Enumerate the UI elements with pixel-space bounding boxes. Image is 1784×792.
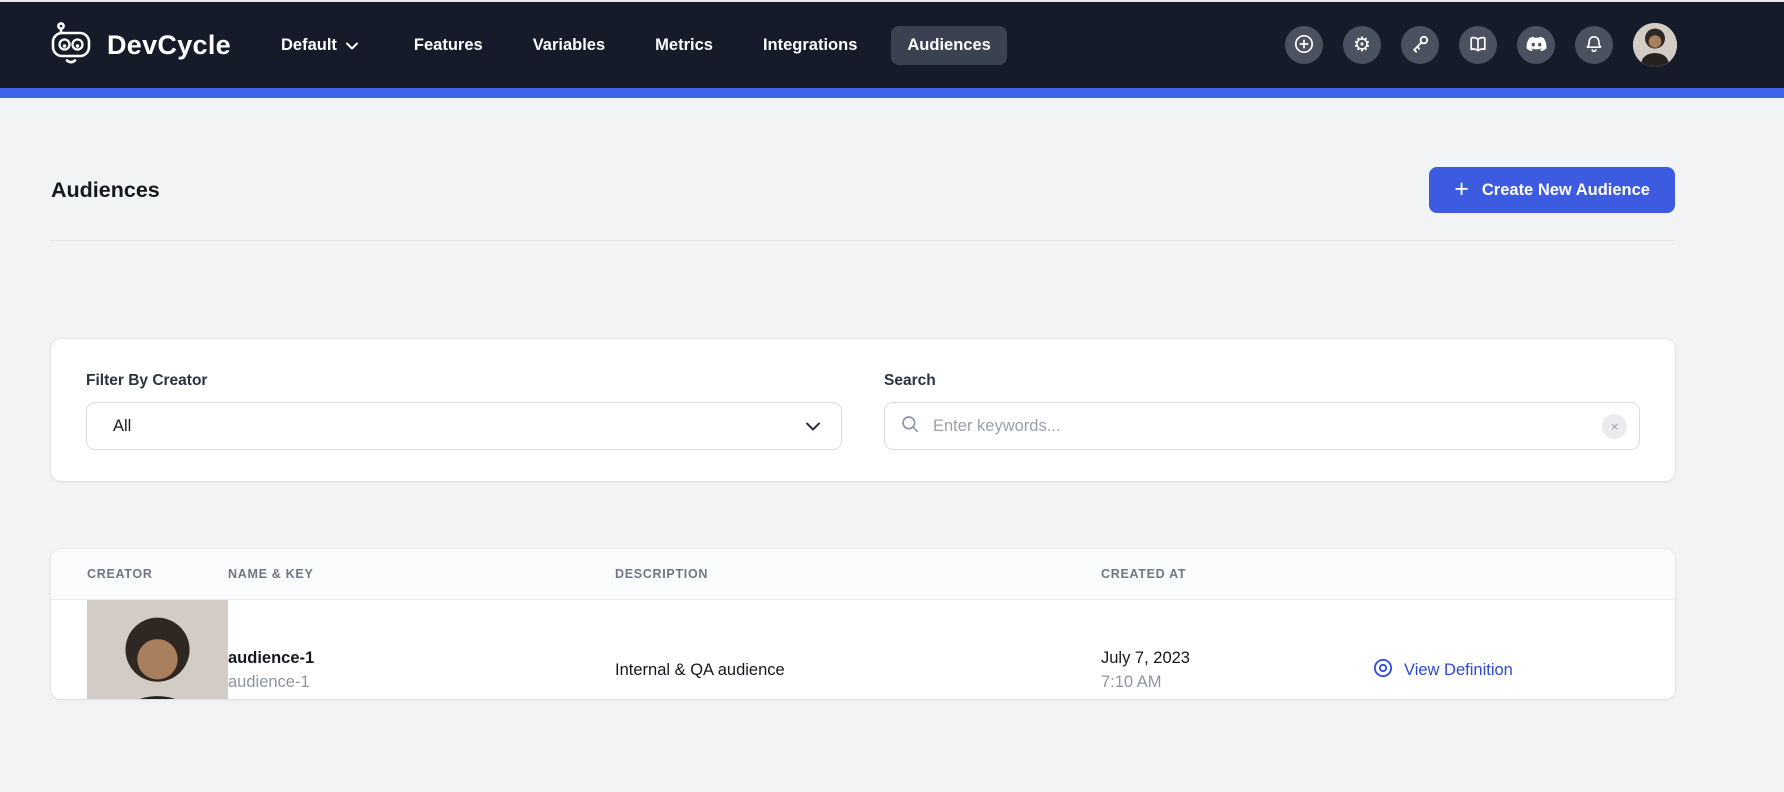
audiences-page: Audiences + Create New Audience Filter B… — [0, 98, 1784, 699]
filter-panel: Filter By Creator All Search — [51, 339, 1675, 481]
create-button[interactable] — [1285, 26, 1323, 64]
table-row: audience-1 audience-1 Internal & QA audi… — [51, 600, 1675, 699]
actions-cell: View Definition — [1372, 657, 1639, 684]
notifications-button[interactable] — [1575, 26, 1613, 64]
chevron-down-icon — [346, 36, 358, 55]
created-date: July 7, 2023 — [1101, 647, 1372, 671]
creator-filter-label: Filter By Creator — [86, 372, 842, 390]
name-key-cell: audience-1 audience-1 — [228, 647, 615, 695]
audience-key: audience-1 — [228, 671, 615, 695]
devcycle-robot-icon — [48, 20, 94, 71]
clear-search-button[interactable]: × — [1602, 414, 1627, 439]
view-definition-link[interactable]: View Definition — [1372, 657, 1513, 684]
column-header-creator: CREATOR — [87, 567, 228, 581]
clear-search-icon: × — [1611, 420, 1619, 433]
creator-filter-select[interactable]: All — [86, 402, 842, 450]
key-icon — [1410, 34, 1430, 57]
user-avatar[interactable] — [1633, 23, 1677, 67]
page-header: Audiences + Create New Audience — [51, 98, 1675, 213]
created-time: 7:10 AM — [1101, 671, 1372, 695]
search-input[interactable] — [931, 416, 1591, 437]
nav-item-audiences[interactable]: Audiences — [891, 26, 1006, 65]
navbar-actions: ⚙ — [1285, 23, 1677, 67]
view-definition-label: View Definition — [1404, 661, 1513, 680]
chevron-down-icon — [806, 417, 820, 436]
header-divider — [51, 240, 1675, 241]
audience-name: audience-1 — [228, 647, 615, 671]
bell-icon — [1584, 34, 1604, 57]
audiences-table: CREATOR NAME & KEY DESCRIPTION CREATED A… — [51, 549, 1675, 699]
nav-item-variables[interactable]: Variables — [517, 26, 621, 65]
creator-filter-value: All — [113, 417, 131, 436]
creator-cell — [87, 600, 228, 699]
create-new-audience-button[interactable]: + Create New Audience — [1429, 167, 1675, 213]
project-selector-dropdown[interactable]: Default — [275, 35, 364, 56]
search-box: × — [884, 402, 1640, 450]
brand-wordmark: DevCycle — [107, 30, 231, 61]
gear-icon: ⚙ — [1353, 35, 1371, 55]
top-navbar: DevCycle Default Features Variables Metr… — [0, 2, 1784, 88]
book-icon — [1468, 34, 1488, 57]
documentation-button[interactable] — [1459, 26, 1497, 64]
description-cell: Internal & QA audience — [615, 661, 1101, 680]
api-keys-button[interactable] — [1401, 26, 1439, 64]
discord-icon — [1526, 36, 1547, 55]
eye-icon — [1372, 657, 1394, 684]
search-filter-group: Search × — [884, 372, 1640, 450]
plus-circle-icon — [1294, 34, 1314, 57]
accent-bar — [0, 88, 1784, 98]
search-icon — [900, 414, 920, 439]
nav-item-features[interactable]: Features — [398, 26, 499, 65]
table-header-row: CREATOR NAME & KEY DESCRIPTION CREATED A… — [51, 549, 1675, 600]
nav-item-integrations[interactable]: Integrations — [747, 26, 873, 65]
settings-button[interactable]: ⚙ — [1343, 26, 1381, 64]
discord-button[interactable] — [1517, 26, 1555, 64]
created-at-cell: July 7, 2023 7:10 AM — [1101, 647, 1372, 695]
column-header-name-key: NAME & KEY — [228, 567, 615, 581]
search-label: Search — [884, 372, 1640, 390]
page-title: Audiences — [51, 178, 160, 203]
nav-item-metrics[interactable]: Metrics — [639, 26, 729, 65]
column-header-created-at: CREATED AT — [1101, 567, 1372, 581]
devcycle-logo[interactable]: DevCycle — [48, 20, 231, 71]
audience-description: Internal & QA audience — [615, 661, 785, 679]
create-new-audience-label: Create New Audience — [1482, 181, 1650, 200]
creator-avatar — [87, 600, 228, 699]
creator-filter-group: Filter By Creator All — [86, 372, 842, 450]
project-selector-label: Default — [281, 36, 337, 55]
primary-navigation: Features Variables Metrics Integrations … — [398, 26, 1007, 65]
column-header-description: DESCRIPTION — [615, 567, 1101, 581]
